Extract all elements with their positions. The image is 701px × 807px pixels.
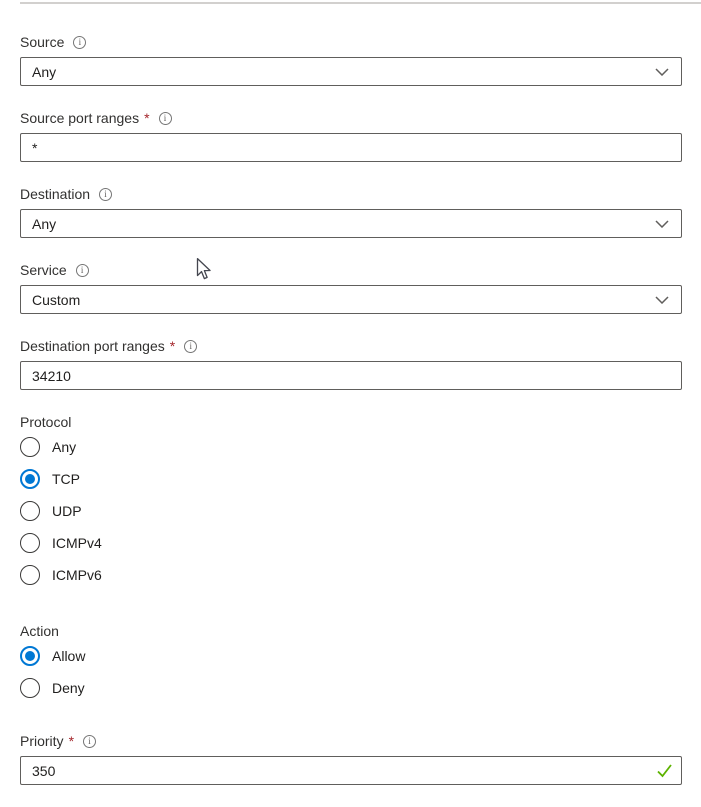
radio-button-selected-icon[interactable] [20, 646, 40, 666]
protocol-option-icmpv6[interactable]: ICMPv6 [20, 565, 682, 585]
destination-dropdown[interactable]: Any [20, 209, 682, 238]
destination-label: Destination [20, 184, 90, 204]
destination-port-ranges-input[interactable] [20, 361, 682, 390]
field-source-port-ranges: Source port ranges * i [20, 108, 682, 162]
info-icon[interactable]: i [184, 340, 197, 353]
destination-label-row: Destination i [20, 184, 682, 204]
protocol-radio-group: Protocol Any TCP UDP ICMPv4 ICMPv6 [20, 412, 682, 585]
field-priority: Priority * i [20, 731, 682, 785]
protocol-option-icmpv4[interactable]: ICMPv4 [20, 533, 682, 553]
priority-label-row: Priority * i [20, 731, 682, 751]
info-icon[interactable]: i [99, 188, 112, 201]
protocol-option-any[interactable]: Any [20, 437, 682, 457]
info-icon[interactable]: i [159, 112, 172, 125]
radio-button-icon[interactable] [20, 533, 40, 553]
source-port-ranges-label: Source port ranges [20, 108, 139, 128]
source-dropdown-value: Any [32, 64, 56, 80]
radio-button-icon[interactable] [20, 678, 40, 698]
priority-label: Priority [20, 731, 64, 751]
action-label: Action [20, 621, 682, 641]
valid-check-icon [656, 763, 673, 783]
action-radio-group: Action Allow Deny [20, 621, 682, 698]
action-option-allow[interactable]: Allow [20, 646, 682, 666]
source-label: Source [20, 32, 64, 52]
protocol-label: Protocol [20, 412, 682, 432]
service-dropdown-value: Custom [32, 292, 80, 308]
field-service: Service i Custom [20, 260, 682, 314]
priority-input[interactable] [20, 756, 682, 785]
source-label-row: Source i [20, 32, 682, 52]
info-icon[interactable]: i [73, 36, 86, 49]
top-divider [20, 2, 701, 4]
radio-button-icon[interactable] [20, 437, 40, 457]
protocol-option-tcp[interactable]: TCP [20, 469, 682, 489]
protocol-option-udp[interactable]: UDP [20, 501, 682, 521]
chevron-down-icon [655, 68, 669, 76]
mouse-cursor [193, 257, 214, 286]
destination-port-ranges-label-row: Destination port ranges * i [20, 336, 682, 356]
field-destination-port-ranges: Destination port ranges * i [20, 336, 682, 390]
required-asterisk: * [69, 731, 74, 751]
radio-button-selected-icon[interactable] [20, 469, 40, 489]
chevron-down-icon [655, 220, 669, 228]
security-rule-form: Source i Any Source port ranges * i Dest… [0, 32, 701, 785]
info-icon[interactable]: i [83, 735, 96, 748]
source-dropdown[interactable]: Any [20, 57, 682, 86]
required-asterisk: * [170, 336, 175, 356]
service-dropdown[interactable]: Custom [20, 285, 682, 314]
action-option-deny[interactable]: Deny [20, 678, 682, 698]
source-port-ranges-input[interactable] [20, 133, 682, 162]
destination-dropdown-value: Any [32, 216, 56, 232]
radio-button-icon[interactable] [20, 501, 40, 521]
field-destination: Destination i Any [20, 184, 682, 238]
chevron-down-icon [655, 296, 669, 304]
service-label-row: Service i [20, 260, 682, 280]
destination-port-ranges-label: Destination port ranges [20, 336, 165, 356]
info-icon[interactable]: i [76, 264, 89, 277]
service-label: Service [20, 260, 67, 280]
radio-button-icon[interactable] [20, 565, 40, 585]
field-source: Source i Any [20, 32, 682, 86]
source-port-ranges-label-row: Source port ranges * i [20, 108, 682, 128]
required-asterisk: * [144, 108, 149, 128]
